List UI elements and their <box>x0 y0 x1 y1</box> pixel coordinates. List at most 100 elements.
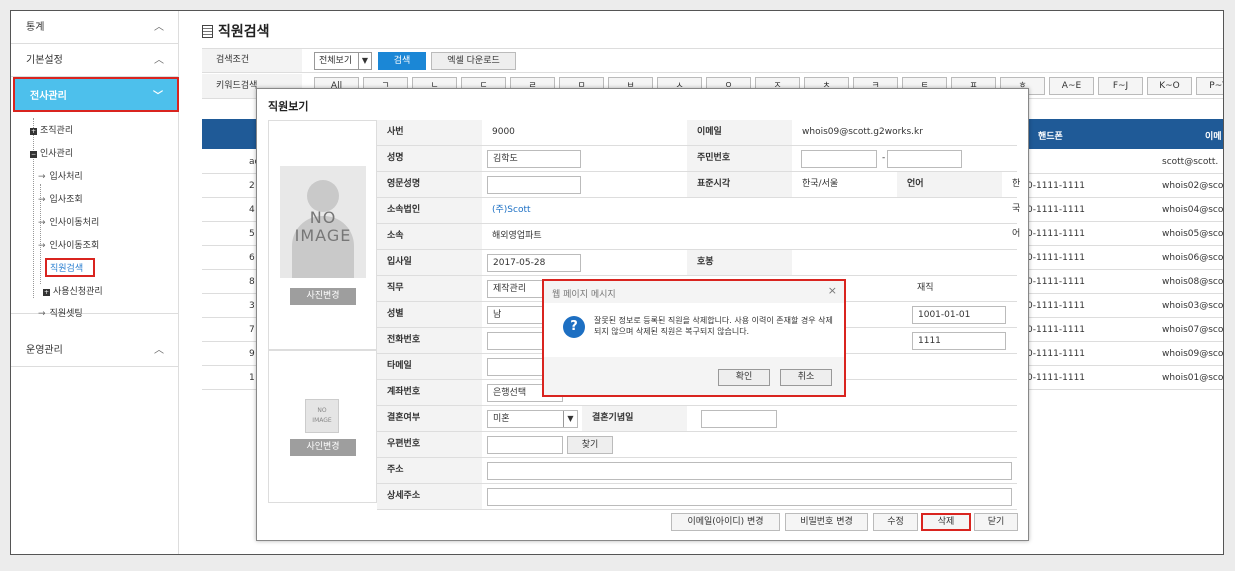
value-state: 재직 <box>917 283 934 293</box>
photo-area: NO IMAGE 사진변경 <box>268 120 377 350</box>
cell-id: 9 <box>249 349 255 359</box>
label-address: 주소 <box>377 458 482 483</box>
menu-basic-settings[interactable]: 기본설정 ︿ <box>11 44 178 77</box>
menu-stats[interactable]: 통계 ︿ <box>11 11 178 44</box>
tree-item-label: 직원셋팅 <box>49 309 83 319</box>
menu-company-mgmt[interactable]: 전사관리 ﹀ <box>13 77 179 112</box>
sign-area: NO IMAGE 사인변경 <box>268 350 377 503</box>
cell-email: whois01@scot <box>1162 373 1224 383</box>
form-row: 입사일 2017-05-28 호봉 <box>377 250 1017 276</box>
zip-input[interactable] <box>487 436 563 454</box>
search-condition-row: 검색조건 전체보기 ▼ 검색 엑셀 다운로드 <box>202 48 1223 73</box>
tree-item-hire[interactable]: → 입사처리 <box>38 169 83 182</box>
keyword-button[interactable]: K~O <box>1147 77 1192 95</box>
app-frame: 통계 ︿ 기본설정 ︿ 전사관리 ﹀ + 조직관리 − 인사관리 → 입사처리 → 입사… <box>10 10 1224 555</box>
address-detail-input[interactable] <box>487 488 1012 506</box>
password-change-button[interactable]: 비밀번호 변경 <box>785 513 868 531</box>
tree-item-label: 인사이동처리 <box>49 218 100 228</box>
form-row: 소속 해외영업파트 <box>377 224 1017 250</box>
no-image-placeholder: NO IMAGE <box>280 166 366 278</box>
question-icon: ? <box>563 316 585 338</box>
value-dept: 해외영업파트 <box>492 231 542 241</box>
label-timezone: 표준시각 <box>687 172 792 197</box>
tree-item-staff-search[interactable]: 직원검색 <box>45 258 96 277</box>
menu-tree: + 조직관리 − 인사관리 → 입사처리 → 입사조회 → 인사이동처리 → 인사이동조회 … <box>11 112 178 319</box>
excel-download-button[interactable]: 엑셀 다운로드 <box>431 52 516 70</box>
plus-icon: + <box>30 128 37 135</box>
rrn-front-input[interactable] <box>801 150 877 168</box>
value-timezone: 한국/서울 <box>802 179 839 189</box>
plus-icon: + <box>43 289 50 296</box>
search-select[interactable]: 전체보기 ▼ <box>314 52 372 70</box>
zip-search-button[interactable]: 찾기 <box>567 436 613 454</box>
cell-id: 4 <box>249 205 255 215</box>
tree-item-hire-query[interactable]: → 입사조회 <box>38 192 83 205</box>
photo-change-button[interactable]: 사진변경 <box>290 288 356 305</box>
ok-button[interactable]: 확인 <box>718 369 770 386</box>
label-zip: 우편번호 <box>377 432 482 457</box>
menu-operation[interactable]: 운영관리 ︿ <box>11 334 178 367</box>
cell-phone: 0-1111-1111 <box>1027 301 1086 311</box>
cell-email: whois07@scot <box>1162 325 1224 335</box>
col-phone: 핸드폰 <box>1038 132 1063 142</box>
cancel-button[interactable]: 취소 <box>780 369 832 386</box>
no-image-sign-placeholder: NO IMAGE <box>305 399 339 433</box>
email-change-button[interactable]: 이메일(아이디) 변경 <box>671 513 780 531</box>
label-gender: 성별 <box>377 302 482 327</box>
keyword-button[interactable]: F~J <box>1098 77 1143 95</box>
rrn-back-input[interactable] <box>887 150 962 168</box>
no-image-text: IMAGE <box>294 226 352 245</box>
cell-id: 5 <box>249 229 255 239</box>
cell-phone: 0-1111-1111 <box>1027 205 1086 215</box>
address-input[interactable] <box>487 462 1012 480</box>
col-email: 이메 <box>1205 132 1222 142</box>
search-select-value: 전체보기 <box>319 56 353 66</box>
search-button[interactable]: 검색 <box>378 52 426 70</box>
menu-company-label: 전사관리 <box>30 91 67 102</box>
label-address-detail: 상세주소 <box>377 484 482 509</box>
tree-item-transfer-query[interactable]: → 인사이동조회 <box>38 238 99 251</box>
label-other-email: 타메일 <box>377 354 482 379</box>
edit-button[interactable]: 수정 <box>873 513 918 531</box>
eng-name-input[interactable] <box>487 176 581 194</box>
form-row: 소속법인 (주)Scott <box>377 198 1017 224</box>
date-input[interactable]: 1001-01-01 <box>912 306 1006 324</box>
form-row: 주소 <box>377 458 1017 484</box>
chevron-up-icon: ︿ <box>154 22 164 33</box>
join-date-input[interactable]: 2017-05-28 <box>487 254 581 272</box>
value-emp-no: 9000 <box>492 127 515 137</box>
cell-email: whois06@scot <box>1162 253 1224 263</box>
arrow-right-icon: → <box>38 241 46 251</box>
form-row: 상세주소 <box>377 484 1017 510</box>
tree-item-staff-setting[interactable]: → 직원셋팅 <box>38 306 83 319</box>
close-icon[interactable]: × <box>828 284 837 297</box>
cell-id: 2 <box>249 181 255 191</box>
label-language: 언어 <box>897 172 1002 197</box>
cell-phone: 0-1111-1111 <box>1027 373 1086 383</box>
keyword-button[interactable]: A~E <box>1049 77 1094 95</box>
name-input[interactable]: 김학도 <box>487 150 581 168</box>
tree-item-transfer[interactable]: → 인사이동처리 <box>38 215 99 228</box>
tree-item-label: 인사관리 <box>40 149 74 159</box>
page-title-text: 직원검색 <box>218 24 270 40</box>
label-job: 직무 <box>377 276 482 301</box>
tree-item-org[interactable]: + 조직관리 <box>30 123 73 136</box>
extension-input[interactable]: 1111 <box>912 332 1006 350</box>
sign-change-button[interactable]: 사인변경 <box>290 439 356 456</box>
form-row: 우편번호 찾기 <box>377 432 1017 458</box>
keyword-button[interactable]: P~T <box>1196 77 1223 95</box>
cell-phone: 0-1111-1111 <box>1027 325 1086 335</box>
cell-email: whois08@scot <box>1162 277 1224 287</box>
sidebar: 통계 ︿ 기본설정 ︿ 전사관리 ﹀ + 조직관리 − 인사관리 → 입사처리 → 입사… <box>11 11 179 554</box>
cell-email: whois04@scot <box>1162 205 1224 215</box>
value-language: 한국어 <box>1012 179 1021 239</box>
delete-button[interactable]: 삭제 <box>921 513 971 531</box>
cell-id: 3 <box>249 301 255 311</box>
close-button[interactable]: 닫기 <box>974 513 1018 531</box>
label-join-date: 입사일 <box>377 250 482 275</box>
anniversary-input[interactable] <box>701 410 777 428</box>
tree-item-user-request[interactable]: + 사용신청관리 <box>43 284 103 297</box>
value-corp-link[interactable]: (주)Scott <box>482 198 531 223</box>
tree-item-hr[interactable]: − 인사관리 <box>30 146 73 159</box>
married-select[interactable]: 미혼 ▼ <box>487 410 578 428</box>
